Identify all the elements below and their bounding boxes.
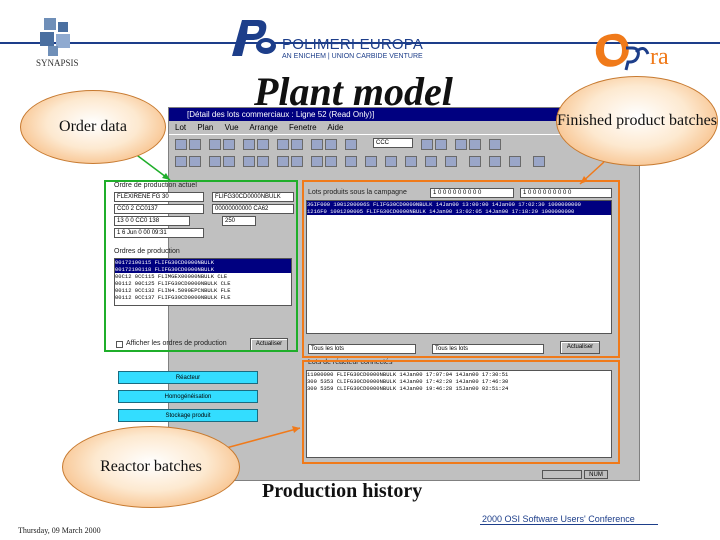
menu-vue[interactable]: Vue	[225, 123, 239, 132]
toolbar-button-icon[interactable]	[243, 156, 255, 167]
toolbar-button-icon[interactable]	[489, 156, 501, 167]
order-data-callout: Order data	[20, 90, 166, 164]
company-subtitle: AN ENICHEM | UNION CARBIDE VENTURE	[282, 53, 423, 60]
finished-product-callout: Finished product batches	[556, 76, 718, 166]
opera-logo-text: ra	[650, 44, 669, 70]
toolbar-button-icon[interactable]	[277, 139, 289, 150]
toolbar-button-icon[interactable]	[209, 156, 221, 167]
menu-fenetre[interactable]: Fenetre	[289, 123, 317, 132]
toolbar-button-icon[interactable]	[209, 139, 221, 150]
toolbar-button-icon[interactable]	[421, 139, 433, 150]
menu-lot[interactable]: Lot	[175, 123, 186, 132]
toolbar-button-icon[interactable]	[223, 139, 235, 150]
synapsis-label: SYNAPSIS	[36, 58, 79, 68]
menu-arrange[interactable]: Arrange	[249, 123, 277, 132]
toolbar-button-icon[interactable]	[445, 156, 457, 167]
status-bar-item	[542, 470, 582, 479]
company-name: POLIMERI EUROPA	[282, 36, 424, 53]
homogenization-button[interactable]: Homogénéisation	[118, 390, 258, 403]
toolbar-button-icon[interactable]	[189, 139, 201, 150]
toolbar-button-icon[interactable]	[533, 156, 545, 167]
footer-date: Thursday, 09 March 2000	[18, 526, 101, 535]
toolbar-button-icon[interactable]	[175, 139, 187, 150]
polimeri-europa-logo-icon	[232, 20, 276, 56]
toolbar-button-icon[interactable]	[257, 156, 269, 167]
product-storage-button[interactable]: Stockage produit	[118, 409, 258, 422]
toolbar-button-icon[interactable]	[405, 156, 417, 167]
order-data-highlight	[104, 180, 298, 352]
toolbar-button-icon[interactable]	[469, 156, 481, 167]
footer-rule	[480, 524, 658, 525]
toolbar-button-icon[interactable]	[257, 139, 269, 150]
toolbar-button-icon[interactable]	[345, 139, 357, 150]
toolbar-button-icon[interactable]	[175, 156, 187, 167]
toolbar-button-icon[interactable]	[365, 156, 377, 167]
finished-batches-highlight	[302, 180, 620, 358]
toolbar-button-icon[interactable]	[325, 156, 337, 167]
toolbar-button-icon[interactable]	[469, 139, 481, 150]
menu-aide[interactable]: Aide	[327, 123, 343, 132]
toolbar-button-icon[interactable]	[243, 139, 255, 150]
production-history-label: Production history	[262, 480, 423, 502]
footer-conference: 2000 OSI Software Users' Conference	[482, 514, 635, 524]
toolbar-button-icon[interactable]	[311, 156, 323, 167]
opera-logo-icon: ra	[592, 30, 682, 72]
toolbar-button-icon[interactable]	[325, 139, 337, 150]
toolbar-button-icon[interactable]	[455, 139, 467, 150]
toolbar-button-icon[interactable]	[489, 139, 501, 150]
reactor-batches-callout: Reactor batches	[62, 426, 240, 508]
toolbar-button-icon[interactable]	[435, 139, 447, 150]
synapsis-logo-icon	[40, 18, 70, 56]
toolbar-button-icon[interactable]	[425, 156, 437, 167]
toolbar-combo[interactable]: CCC	[373, 138, 413, 148]
toolbar-button-icon[interactable]	[277, 156, 289, 167]
menu-plan[interactable]: Plan	[197, 123, 213, 132]
toolbar-button-icon[interactable]	[291, 156, 303, 167]
reactor-button[interactable]: Réacteur	[118, 371, 258, 384]
toolbar-button-icon[interactable]	[509, 156, 521, 167]
toolbar-button-icon[interactable]	[223, 156, 235, 167]
toolbar-button-icon[interactable]	[385, 156, 397, 167]
toolbar-button-icon[interactable]	[189, 156, 201, 167]
toolbar-button-icon[interactable]	[345, 156, 357, 167]
toolbar-button-icon[interactable]	[311, 139, 323, 150]
status-num: NUM	[584, 470, 608, 479]
toolbar-button-icon[interactable]	[291, 139, 303, 150]
production-history-highlight	[302, 360, 620, 464]
